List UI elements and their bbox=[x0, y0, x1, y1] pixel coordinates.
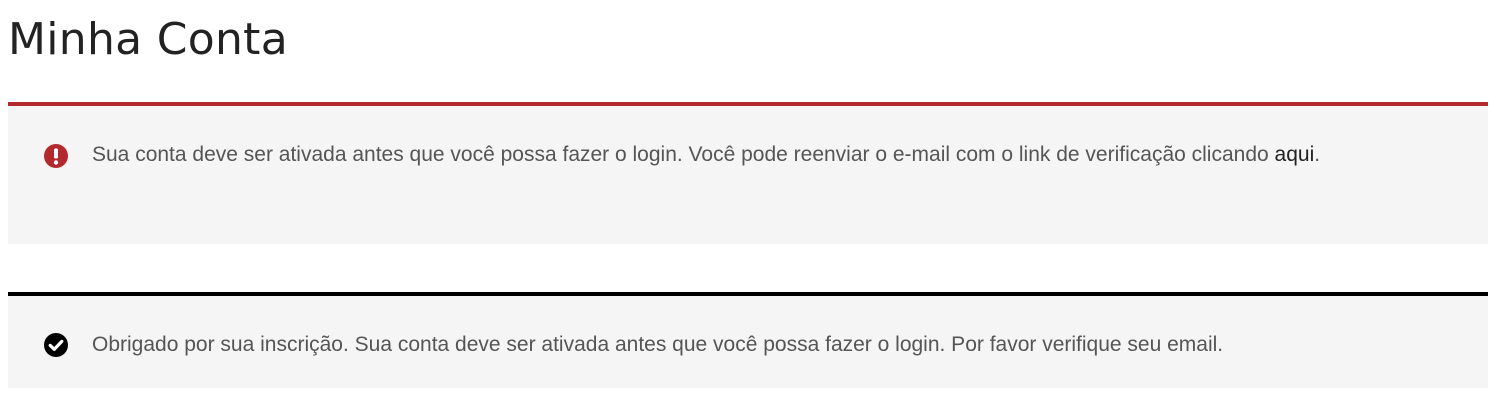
error-notice: Sua conta deve ser ativada antes que voc… bbox=[8, 102, 1488, 244]
check-circle-icon bbox=[43, 332, 69, 358]
error-notice-text: Sua conta deve ser ativada antes que voc… bbox=[92, 143, 1275, 166]
page-title: Minha Conta bbox=[8, 14, 288, 65]
exclamation-circle-icon bbox=[43, 143, 69, 169]
success-notice: Obrigado por sua inscrição. Sua conta de… bbox=[8, 292, 1488, 388]
error-notice-message: Sua conta deve ser ativada antes que voc… bbox=[92, 134, 1448, 176]
error-notice-trailing: . bbox=[1314, 143, 1321, 166]
success-notice-text: Obrigado por sua inscrição. Sua conta de… bbox=[92, 333, 1224, 356]
resend-verification-link[interactable]: aqui bbox=[1275, 143, 1315, 166]
